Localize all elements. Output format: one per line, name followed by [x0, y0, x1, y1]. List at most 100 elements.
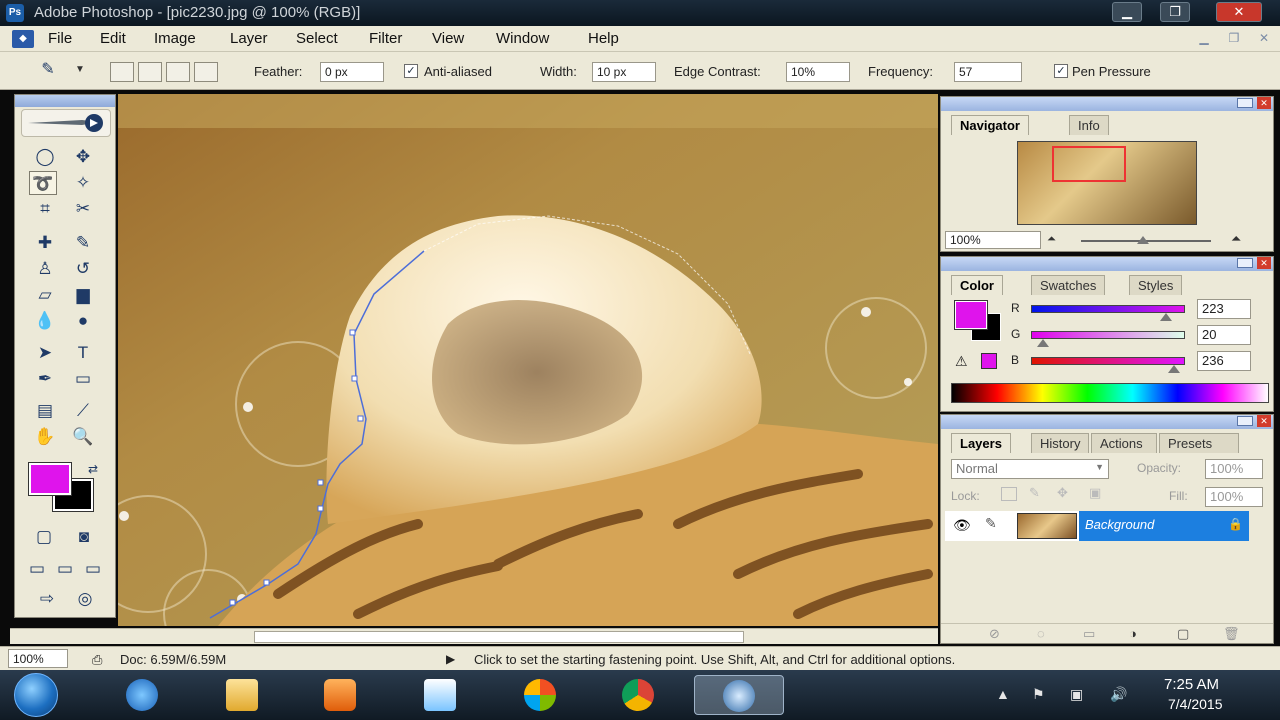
g-value-field[interactable]: 20 [1197, 325, 1251, 345]
r-slider-knob[interactable] [1159, 313, 1172, 321]
panel-minimize-button[interactable] [1237, 416, 1253, 426]
feather-input[interactable]: 0 px [320, 62, 384, 82]
lasso-tool-icon[interactable]: ➰ [29, 171, 57, 195]
antialiased-checkbox[interactable]: ✓ [404, 64, 418, 78]
close-button[interactable]: ✕ [1216, 2, 1262, 22]
new-layer-icon[interactable]: ▢ [1177, 626, 1189, 642]
tab-actions[interactable]: Actions [1091, 433, 1157, 453]
standard-mode-icon[interactable]: ▢ [27, 525, 61, 549]
volume-icon[interactable]: 🔊 [1110, 686, 1127, 703]
doc-restore-button[interactable]: ❐ [1226, 30, 1242, 46]
frequency-input[interactable]: 57 [954, 62, 1022, 82]
zoom-level-field[interactable]: 100% [8, 649, 68, 668]
color-ramp[interactable] [951, 383, 1269, 403]
layer-name-cell[interactable]: Background 🔒 [1079, 511, 1249, 541]
toolbox-header[interactable] [15, 95, 115, 107]
panel-close-button[interactable]: ✕ [1257, 415, 1271, 427]
chrome-button[interactable] [608, 675, 668, 715]
notes-tool-icon[interactable]: ▤ [31, 399, 59, 423]
eraser-tool-icon[interactable]: ▱ [31, 283, 59, 307]
canvas-image[interactable] [118, 94, 938, 626]
eyedropper-icon[interactable]: ⟋ [69, 399, 97, 423]
r-slider-track[interactable] [1031, 305, 1185, 313]
maximize-button[interactable]: ❐ [1160, 2, 1190, 22]
marquee-tool-icon[interactable]: ◯ [31, 145, 59, 169]
tab-info[interactable]: Info [1069, 115, 1109, 135]
eye-icon[interactable]: 👁 [953, 517, 971, 534]
pen-tool-icon[interactable]: ✒ [31, 367, 59, 391]
menu-help[interactable]: Help [588, 30, 619, 47]
foreground-color-swatch[interactable] [28, 462, 72, 496]
history-brush-icon[interactable]: ↺ [69, 257, 97, 281]
clone-stamp-icon[interactable]: ♙ [31, 257, 59, 281]
zoom-tool-icon[interactable]: 🔍 [69, 425, 97, 449]
layer-style-icon[interactable]: ◌ [1037, 626, 1045, 641]
intersect-selection-button[interactable] [194, 62, 218, 82]
move-tool-icon[interactable]: ✥ [69, 145, 97, 169]
tray-expand-icon[interactable]: ▲ [996, 686, 1010, 702]
photoshop-task-button[interactable] [694, 675, 784, 715]
opacity-field[interactable]: 100% [1205, 459, 1263, 479]
screen-mode-full-icon[interactable]: ▭ [79, 557, 107, 581]
gamut-color-chip[interactable] [981, 353, 997, 369]
internet-explorer-button[interactable] [112, 675, 172, 715]
slice-tool-icon[interactable]: ✂ [69, 197, 97, 221]
navigator-zoom-knob[interactable] [1137, 236, 1149, 244]
quick-mask-icon[interactable]: ◙ [67, 525, 101, 549]
tab-color[interactable]: Color [951, 275, 1003, 295]
crop-tool-icon[interactable]: ⌗ [31, 197, 59, 221]
navigator-panel-header[interactable]: ✕ [941, 97, 1273, 111]
swap-colors-icon[interactable]: ⇄ [79, 457, 107, 481]
trash-icon[interactable]: 🗑 [1223, 626, 1240, 642]
minimize-button[interactable]: ▁ [1112, 2, 1142, 22]
menu-view[interactable]: View [432, 30, 464, 47]
navigator-view-box[interactable] [1052, 146, 1126, 182]
tab-navigator[interactable]: Navigator [951, 115, 1029, 135]
menu-file[interactable]: File [48, 30, 72, 47]
g-slider-knob[interactable] [1037, 339, 1050, 347]
action-center-icon[interactable]: ⚑ [1032, 686, 1045, 703]
clock-date[interactable]: 7/4/2015 [1168, 696, 1223, 712]
type-tool-icon[interactable]: T [69, 341, 97, 365]
screen-mode-menu-icon[interactable]: ▭ [51, 557, 79, 581]
pen-pressure-checkbox[interactable]: ✓ [1054, 64, 1068, 78]
media-player-button[interactable] [310, 675, 370, 715]
layers-panel-header[interactable]: ✕ [941, 415, 1273, 429]
menu-window[interactable]: Window [496, 30, 549, 47]
menu-layer[interactable]: Layer [230, 30, 268, 47]
healing-brush-icon[interactable]: ✚ [31, 231, 59, 255]
add-selection-button[interactable] [138, 62, 162, 82]
scrollbar-thumb[interactable] [254, 631, 744, 643]
file-explorer-button[interactable] [212, 675, 272, 715]
tab-styles[interactable]: Styles [1129, 275, 1183, 295]
screen-mode-standard-icon[interactable]: ▭ [23, 557, 51, 581]
navigator-zoom-field[interactable]: 100% [945, 231, 1041, 249]
start-button[interactable] [14, 673, 58, 717]
windows-button[interactable] [510, 675, 570, 715]
doc-minimize-button[interactable]: ▁ [1196, 30, 1212, 46]
photoshop-logo[interactable] [21, 109, 111, 137]
b-slider-track[interactable] [1031, 357, 1185, 365]
gradient-tool-icon[interactable]: ▆ [69, 283, 97, 307]
menu-select[interactable]: Select [296, 30, 338, 47]
paint-button[interactable] [410, 675, 470, 715]
imageready-icon[interactable]: ⇨ [29, 587, 65, 611]
jump-to-icon[interactable]: ◎ [71, 587, 99, 611]
blend-mode-select[interactable]: Normal ▼ [951, 459, 1109, 479]
lock-transparency-icon[interactable] [1001, 487, 1017, 501]
tab-swatches[interactable]: Swatches [1031, 275, 1106, 295]
blur-tool-icon[interactable]: 💧 [31, 309, 59, 333]
tool-preset-icon[interactable]: ✎ [34, 58, 62, 82]
tab-presets[interactable]: Presets [1159, 433, 1239, 453]
magic-wand-icon[interactable]: ✧ [69, 171, 97, 195]
clock-time[interactable]: 7:25 AM [1164, 676, 1219, 693]
lock-all-icon[interactable]: ▣ [1089, 485, 1101, 501]
doc-close-button[interactable]: ✕ [1256, 30, 1272, 46]
menu-edit[interactable]: Edit [100, 30, 126, 47]
brush-link-icon[interactable]: ✎ [985, 515, 997, 532]
chevron-down-icon[interactable]: ▼ [66, 58, 94, 82]
lock-pixels-icon[interactable]: ✎ [1029, 485, 1040, 501]
color-fg-swatch[interactable] [954, 300, 988, 330]
document-canvas[interactable] [118, 94, 938, 626]
b-value-field[interactable]: 236 [1197, 351, 1251, 371]
